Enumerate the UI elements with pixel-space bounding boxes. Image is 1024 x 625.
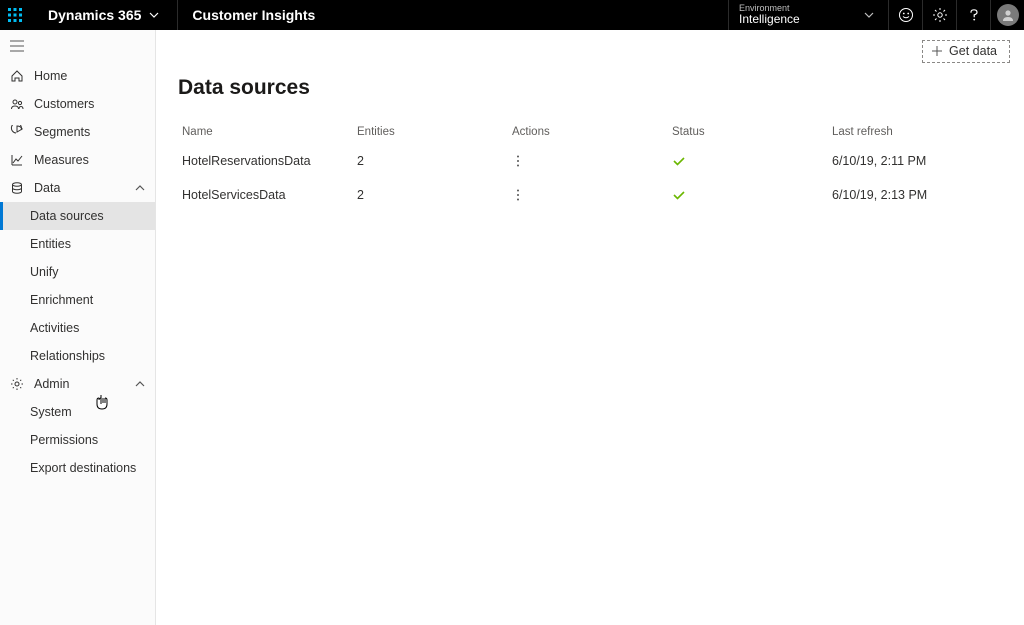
- sidebar-item-label: Customers: [34, 97, 145, 111]
- subnav-item-relationships[interactable]: Relationships: [0, 342, 155, 370]
- cell-name: HotelServicesData: [178, 178, 353, 212]
- col-header-status[interactable]: Status: [668, 120, 828, 144]
- sidebar-item-label: Home: [34, 69, 145, 83]
- brand-label: Dynamics 365: [48, 7, 141, 23]
- question-icon: [966, 7, 982, 23]
- main-panel: Get data Data sources Name Entities Acti…: [156, 30, 1024, 625]
- cell-actions: [508, 144, 668, 178]
- gear-icon: [932, 7, 948, 23]
- col-header-last-refresh[interactable]: Last refresh: [828, 120, 1002, 144]
- subnav-label: Permissions: [30, 433, 98, 447]
- page-title: Data sources: [156, 76, 1024, 100]
- subnav-label: Unify: [30, 265, 58, 279]
- more-vertical-icon: [512, 188, 524, 202]
- chart-icon: [10, 153, 34, 167]
- sidebar-item-customers[interactable]: Customers: [0, 90, 155, 118]
- top-bar: Dynamics 365 Customer Insights Environme…: [0, 0, 1024, 30]
- sidebar: Home Customers Segments Measures Data Da…: [0, 30, 156, 625]
- subnav-label: Relationships: [30, 349, 105, 363]
- app-launcher-button[interactable]: [0, 0, 30, 30]
- sidebar-item-home[interactable]: Home: [0, 62, 155, 90]
- settings-button[interactable]: [922, 0, 956, 30]
- hamburger-icon: [10, 40, 24, 52]
- sidebar-item-label: Data: [34, 181, 135, 195]
- cell-status: [668, 178, 828, 212]
- environment-picker[interactable]: Environment Intelligence: [728, 0, 888, 30]
- sidebar-item-measures[interactable]: Measures: [0, 146, 155, 174]
- subnav-item-activities[interactable]: Activities: [0, 314, 155, 342]
- cell-refresh: 6/10/19, 2:11 PM: [828, 144, 1002, 178]
- gear-icon: [10, 377, 34, 391]
- subnav-label: Export destinations: [30, 461, 136, 475]
- app-name: Customer Insights: [178, 7, 329, 23]
- table-row[interactable]: HotelServicesData 2 6/10/19, 2:13 PM: [178, 178, 1002, 212]
- table-row[interactable]: HotelReservationsData 2 6/10/19, 2:11 PM: [178, 144, 1002, 178]
- subnav-item-export[interactable]: Export destinations: [0, 454, 155, 482]
- subnav-label: Data sources: [30, 209, 104, 223]
- home-icon: [10, 69, 34, 83]
- table-header-row: Name Entities Actions Status Last refres…: [178, 120, 1002, 144]
- sidebar-item-data[interactable]: Data: [0, 174, 155, 202]
- get-data-button[interactable]: Get data: [922, 40, 1010, 63]
- sidebar-item-admin[interactable]: Admin: [0, 370, 155, 398]
- feedback-button[interactable]: [888, 0, 922, 30]
- chevron-down-icon: [848, 10, 874, 20]
- segments-icon: [10, 125, 34, 139]
- data-sources-table: Name Entities Actions Status Last refres…: [178, 120, 1002, 212]
- sidebar-item-label: Measures: [34, 153, 145, 167]
- chevron-up-icon: [135, 379, 145, 389]
- database-icon: [10, 181, 34, 195]
- smiley-icon: [898, 7, 914, 23]
- subnav-label: Activities: [30, 321, 79, 335]
- plus-icon: [931, 45, 943, 57]
- avatar: [997, 4, 1019, 26]
- subnav-label: Enrichment: [30, 293, 93, 307]
- account-button[interactable]: [990, 0, 1024, 30]
- cell-name: HotelReservationsData: [178, 144, 353, 178]
- col-header-actions[interactable]: Actions: [508, 120, 668, 144]
- row-actions-button[interactable]: [512, 154, 664, 168]
- cell-entities: 2: [353, 144, 508, 178]
- sidebar-collapse-button[interactable]: [0, 30, 155, 62]
- brand-dropdown[interactable]: Dynamics 365: [30, 0, 178, 30]
- subnav-item-entities[interactable]: Entities: [0, 230, 155, 258]
- sidebar-item-segments[interactable]: Segments: [0, 118, 155, 146]
- people-icon: [10, 97, 34, 111]
- subnav-item-unify[interactable]: Unify: [0, 258, 155, 286]
- cell-refresh: 6/10/19, 2:13 PM: [828, 178, 1002, 212]
- chevron-up-icon: [135, 183, 145, 193]
- cell-actions: [508, 178, 668, 212]
- subnav-item-system[interactable]: System: [0, 398, 155, 426]
- subnav-item-enrichment[interactable]: Enrichment: [0, 286, 155, 314]
- help-button[interactable]: [956, 0, 990, 30]
- waffle-icon: [8, 8, 22, 22]
- subnav-label: Entities: [30, 237, 71, 251]
- cell-status: [668, 144, 828, 178]
- subnav-label: System: [30, 405, 72, 419]
- row-actions-button[interactable]: [512, 188, 664, 202]
- env-name: Intelligence: [739, 13, 800, 26]
- sidebar-item-label: Segments: [34, 125, 145, 139]
- col-header-name[interactable]: Name: [178, 120, 353, 144]
- cell-entities: 2: [353, 178, 508, 212]
- chevron-down-icon: [149, 10, 159, 20]
- more-vertical-icon: [512, 154, 524, 168]
- subnav-item-permissions[interactable]: Permissions: [0, 426, 155, 454]
- check-icon: [672, 188, 824, 202]
- person-icon: [1001, 8, 1015, 22]
- sidebar-item-label: Admin: [34, 377, 135, 391]
- col-header-entities[interactable]: Entities: [353, 120, 508, 144]
- subnav-item-data-sources[interactable]: Data sources: [0, 202, 155, 230]
- button-label: Get data: [949, 44, 997, 58]
- check-icon: [672, 154, 824, 168]
